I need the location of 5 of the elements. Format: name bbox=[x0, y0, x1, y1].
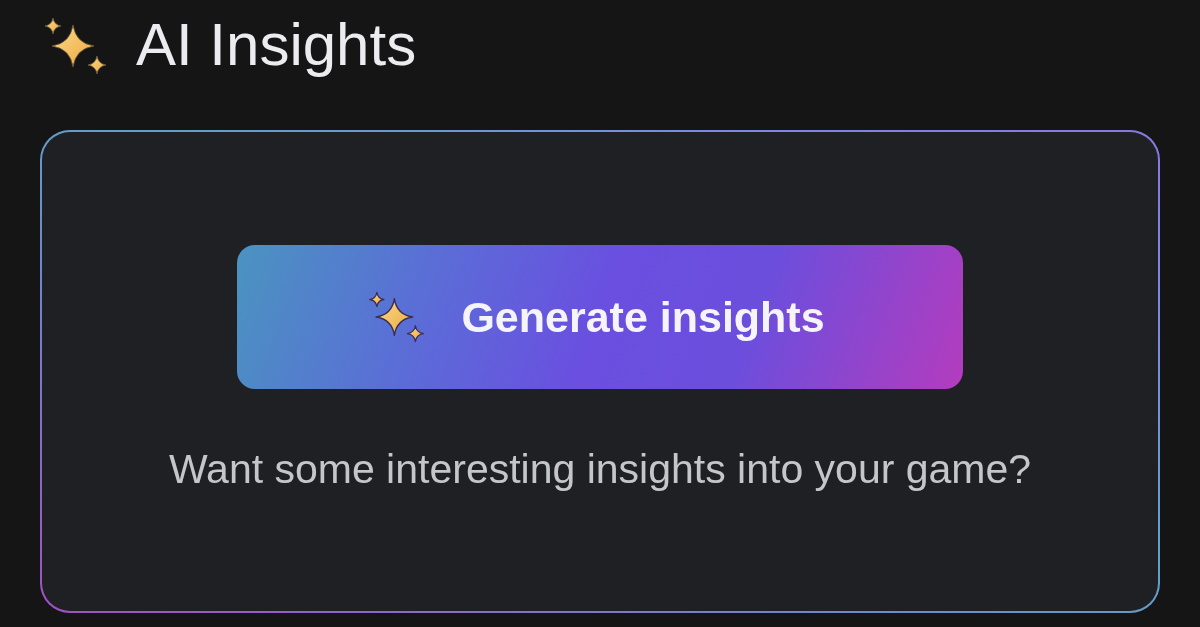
button-sparkles-icon bbox=[369, 291, 426, 343]
generate-insights-button[interactable]: Generate insights bbox=[237, 245, 963, 389]
prompt-text: Want some interesting insights into your game? bbox=[168, 445, 1032, 494]
section-title: AI Insights bbox=[136, 15, 417, 77]
sparkles-icon bbox=[44, 17, 108, 75]
